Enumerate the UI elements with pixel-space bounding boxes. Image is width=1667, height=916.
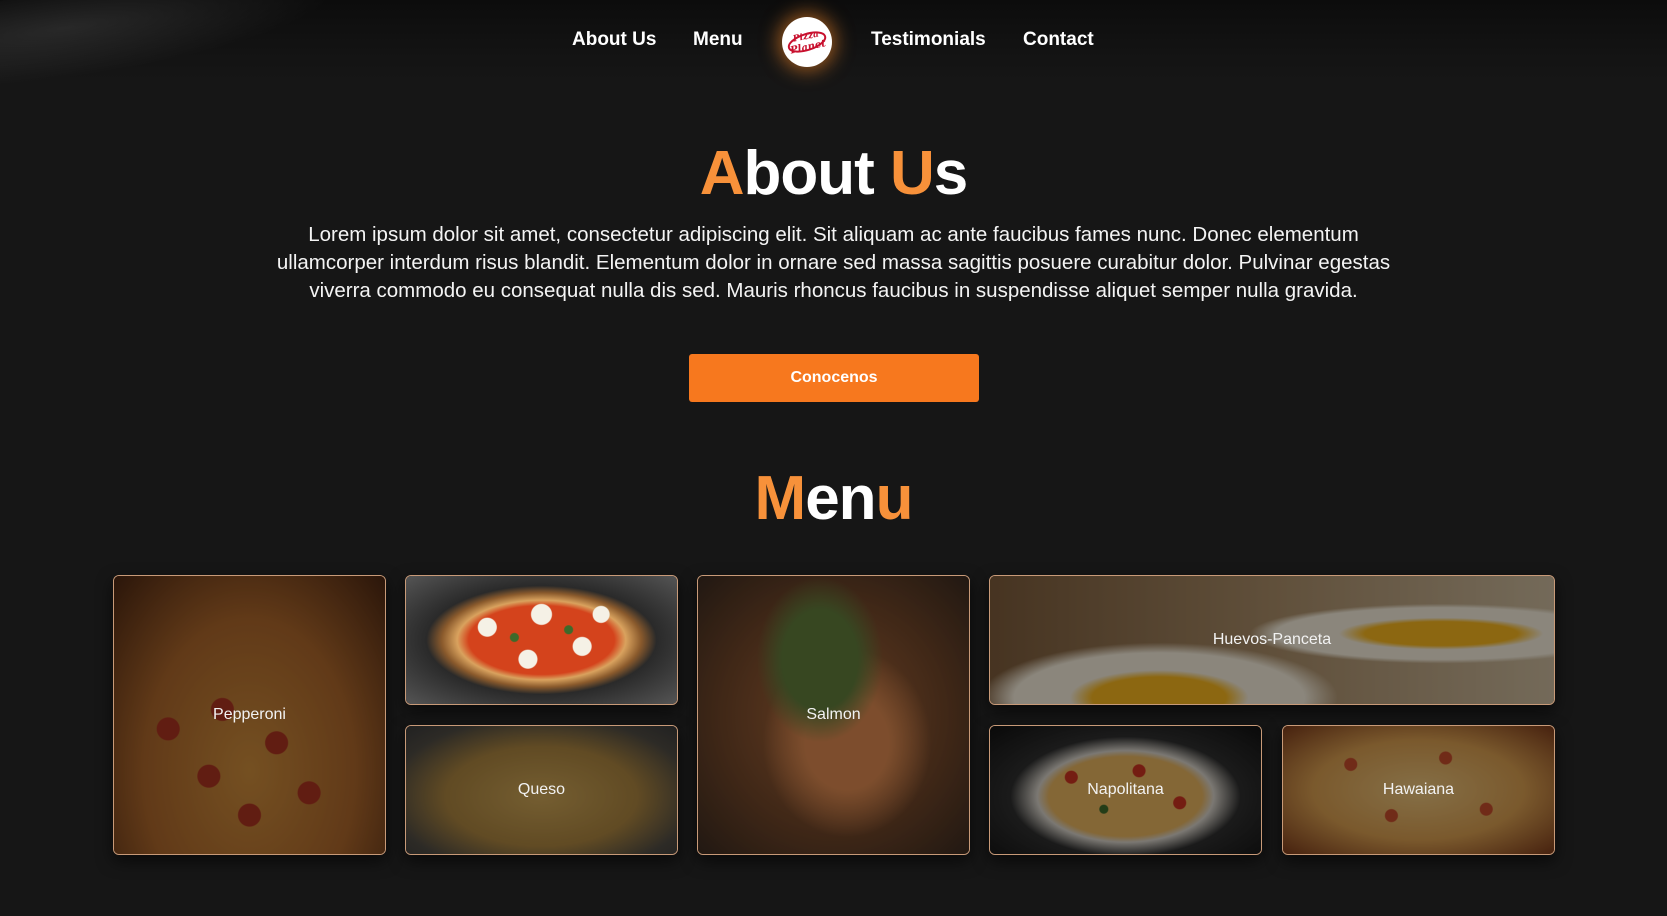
about-us-title: About Us bbox=[0, 138, 1667, 209]
menu-card-label: Pepperoni bbox=[213, 706, 286, 723]
menu-card-label: Hawaiana bbox=[1382, 781, 1455, 798]
top-nav: About Us Menu Pizza Planet Testimonials … bbox=[0, 0, 1667, 99]
menu-card-label: Huevos-Panceta bbox=[1212, 631, 1332, 648]
menu-card-pepperoni[interactable]: Pepperoni bbox=[113, 575, 386, 855]
about-title-part-1: bout bbox=[743, 139, 890, 208]
menu-card-label: Napolitana bbox=[1087, 781, 1164, 798]
menu-card-queso[interactable]: Queso bbox=[405, 725, 678, 855]
menu-card-salmon[interactable]: Salmon bbox=[697, 575, 970, 855]
menu-title-accent-u: u bbox=[875, 464, 914, 533]
menu-title-accent-m: M bbox=[754, 464, 807, 533]
menu-card-label: Queso bbox=[517, 781, 566, 798]
nav-link-contact[interactable]: Contact bbox=[1023, 29, 1094, 51]
conocenos-button[interactable]: Conocenos bbox=[689, 354, 979, 402]
margherita-pizza-image bbox=[406, 576, 677, 704]
pizza-planet-logo[interactable]: Pizza Planet bbox=[782, 17, 832, 67]
about-title-accent-u: U bbox=[890, 139, 935, 208]
menu-card-napolitana[interactable]: Napolitana bbox=[989, 725, 1262, 855]
pizza-planet-logo-icon: Pizza Planet bbox=[787, 29, 827, 57]
about-us-description: Lorem ipsum dolor sit amet, consectetur … bbox=[276, 223, 1391, 302]
menu-card-margherita[interactable] bbox=[405, 575, 678, 705]
nav-link-menu[interactable]: Menu bbox=[693, 29, 743, 51]
menu-title: Menu bbox=[0, 463, 1667, 534]
menu-card-hawaiana[interactable]: Hawaiana bbox=[1282, 725, 1555, 855]
menu-card-huevos-panceta[interactable]: Huevos-Panceta bbox=[989, 575, 1555, 705]
about-title-part-2: s bbox=[933, 139, 968, 208]
about-title-accent-a: A bbox=[699, 139, 745, 208]
nav-link-about-us[interactable]: About Us bbox=[572, 29, 656, 51]
nav-link-testimonials[interactable]: Testimonials bbox=[871, 29, 986, 51]
nav-light-glare bbox=[0, 0, 365, 99]
menu-title-part: en bbox=[805, 464, 876, 533]
menu-card-label: Salmon bbox=[806, 706, 861, 723]
